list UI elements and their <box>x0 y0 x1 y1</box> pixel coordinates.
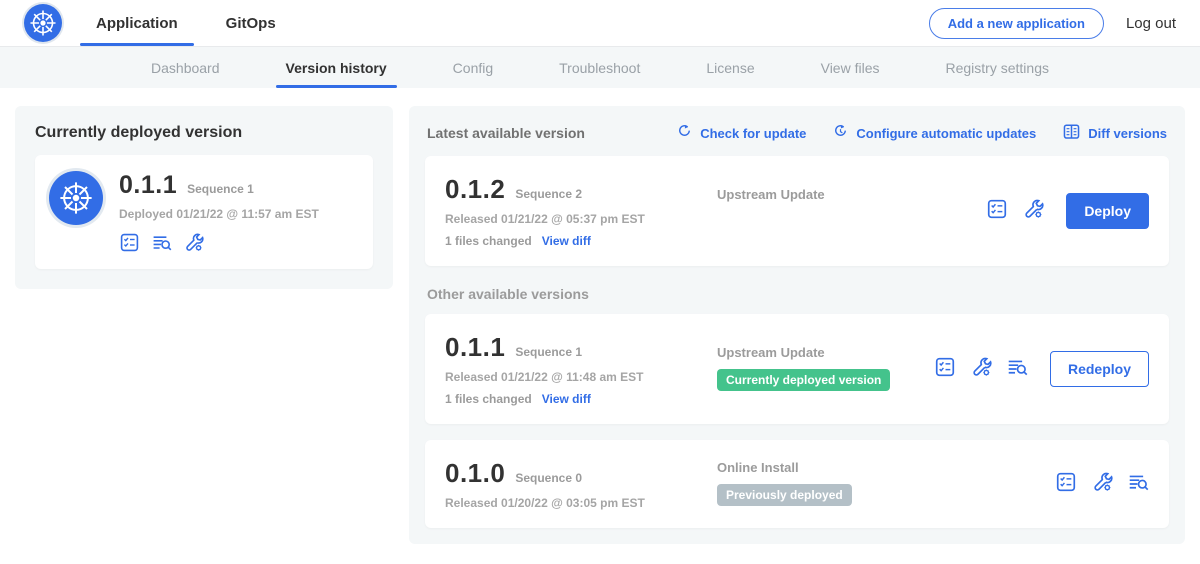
version-history-panel: Latest available version Check for updat… <box>409 106 1185 544</box>
deployed-version-card: 0.1.1 Sequence 1 Deployed 01/21/22 @ 11:… <box>35 155 373 269</box>
deploy-button[interactable]: Deploy <box>1066 193 1149 229</box>
released-timestamp: Released 01/21/22 @ 05:37 pm EST <box>445 212 717 226</box>
preflight-checklist-icon[interactable] <box>1055 471 1077 498</box>
subtab-dashboard[interactable]: Dashboard <box>147 47 224 88</box>
version-source: Upstream Update <box>717 187 986 202</box>
add-new-application-button[interactable]: Add a new application <box>929 8 1104 39</box>
previously-deployed-badge: Previously deployed <box>717 484 852 506</box>
deployed-sequence-label: Sequence 1 <box>187 182 254 196</box>
tab-gitops[interactable]: GitOps <box>224 0 278 46</box>
logout-button[interactable]: Log out <box>1126 15 1176 32</box>
preflight-checklist-icon[interactable] <box>119 232 140 253</box>
other-versions-title: Other available versions <box>427 286 1167 302</box>
edit-config-wrench-icon[interactable] <box>1022 198 1044 225</box>
check-for-update-label: Check for update <box>700 126 806 141</box>
sequence-label: Sequence 0 <box>515 471 582 485</box>
diff-table-icon <box>1062 122 1081 144</box>
deployed-panel-title: Currently deployed version <box>35 124 373 142</box>
version-source: Upstream Update <box>717 345 934 360</box>
kubernetes-logo-icon <box>24 4 62 42</box>
version-card-0-1-0: 0.1.0 Sequence 0 Released 01/20/22 @ 03:… <box>425 440 1169 528</box>
version-number: 0.1.1 <box>445 332 505 363</box>
edit-config-wrench-icon[interactable] <box>970 356 992 383</box>
deployed-timestamp: Deployed 01/21/22 @ 11:57 am EST <box>119 207 319 221</box>
latest-version-header: Latest available version Check for updat… <box>425 120 1169 156</box>
subtab-view-files[interactable]: View files <box>817 47 884 88</box>
view-files-magnifier-icon[interactable] <box>151 232 172 253</box>
app-sub-nav: Dashboard Version history Config Trouble… <box>0 47 1200 88</box>
configure-updates-label: Configure automatic updates <box>856 126 1036 141</box>
view-files-magnifier-icon[interactable] <box>1006 356 1028 383</box>
subtab-registry-settings[interactable]: Registry settings <box>942 47 1053 88</box>
currently-deployed-panel: Currently deployed version 0.1.1 Sequenc… <box>15 106 393 289</box>
configure-automatic-updates-link[interactable]: Configure automatic updates <box>832 123 1036 143</box>
edit-config-wrench-icon[interactable] <box>1091 471 1113 498</box>
deployed-card-actions <box>119 232 319 253</box>
top-tabs: Application GitOps <box>94 0 322 46</box>
diff-versions-link[interactable]: Diff versions <box>1062 122 1167 144</box>
main-content: Currently deployed version 0.1.1 Sequenc… <box>0 88 1200 544</box>
released-timestamp: Released 01/20/22 @ 03:05 pm EST <box>445 496 717 510</box>
sequence-label: Sequence 1 <box>515 345 582 359</box>
refresh-icon <box>676 123 693 143</box>
sequence-label: Sequence 2 <box>515 187 582 201</box>
tab-application[interactable]: Application <box>94 0 180 46</box>
version-source: Online Install <box>717 460 1055 475</box>
version-card-0-1-2: 0.1.2 Sequence 2 Released 01/21/22 @ 05:… <box>425 156 1169 266</box>
subtab-config[interactable]: Config <box>449 47 497 88</box>
diff-versions-label: Diff versions <box>1088 126 1167 141</box>
deployed-version-info: 0.1.1 Sequence 1 Deployed 01/21/22 @ 11:… <box>119 171 319 253</box>
redeploy-button[interactable]: Redeploy <box>1050 351 1149 387</box>
top-nav: Application GitOps Add a new application… <box>0 0 1200 47</box>
view-files-magnifier-icon[interactable] <box>1127 471 1149 498</box>
header-actions: Check for update Configure automatic upd… <box>676 122 1167 144</box>
subtab-version-history[interactable]: Version history <box>282 47 391 88</box>
version-number: 0.1.2 <box>445 174 505 205</box>
preflight-checklist-icon[interactable] <box>986 198 1008 225</box>
latest-version-title: Latest available version <box>427 125 585 141</box>
deployed-version-number: 0.1.1 <box>119 171 177 200</box>
version-card-0-1-1: 0.1.1 Sequence 1 Released 01/21/22 @ 11:… <box>425 314 1169 424</box>
view-diff-link[interactable]: View diff <box>542 234 591 248</box>
preflight-checklist-icon[interactable] <box>934 356 956 383</box>
auto-update-clock-icon <box>832 123 849 143</box>
files-changed-label: 1 files changed <box>445 234 532 248</box>
check-for-update-link[interactable]: Check for update <box>676 123 806 143</box>
subtab-license[interactable]: License <box>702 47 758 88</box>
files-changed-label: 1 files changed <box>445 392 532 406</box>
version-number: 0.1.0 <box>445 458 505 489</box>
currently-deployed-badge: Currently deployed version <box>717 369 890 391</box>
top-nav-right: Add a new application Log out <box>929 8 1176 39</box>
view-diff-link[interactable]: View diff <box>542 392 591 406</box>
app-logo-icon <box>49 171 103 225</box>
subtab-troubleshoot[interactable]: Troubleshoot <box>555 47 644 88</box>
released-timestamp: Released 01/21/22 @ 11:48 am EST <box>445 370 717 384</box>
edit-config-wrench-icon[interactable] <box>183 232 204 253</box>
